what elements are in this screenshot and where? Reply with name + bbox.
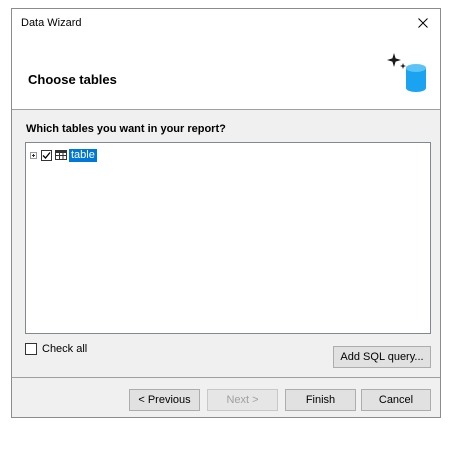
- tree-item-label[interactable]: table: [69, 148, 97, 162]
- check-all-control[interactable]: Check all: [25, 343, 87, 355]
- tree-item-table[interactable]: table: [30, 148, 97, 162]
- check-all-label[interactable]: Check all: [42, 343, 87, 355]
- page-title: Choose tables: [28, 72, 117, 87]
- add-sql-query-button[interactable]: Add SQL query...: [333, 346, 431, 368]
- tables-tree[interactable]: table: [25, 142, 431, 334]
- data-wizard-dialog: Data Wizard Choose tables Which tables y…: [11, 8, 441, 418]
- expand-plus-icon[interactable]: [30, 151, 37, 159]
- database-sparkle-icon: [387, 53, 426, 92]
- previous-button[interactable]: < Previous: [129, 389, 200, 411]
- footer-divider: [12, 377, 440, 378]
- finish-button[interactable]: Finish: [285, 389, 356, 411]
- table-grid-icon: [55, 150, 67, 160]
- next-button[interactable]: Next >: [207, 389, 278, 411]
- cancel-button[interactable]: Cancel: [361, 389, 431, 411]
- tables-question-label: Which tables you want in your report?: [26, 123, 226, 135]
- window-title: Data Wizard: [21, 17, 82, 29]
- wizard-header: Choose tables: [12, 37, 440, 110]
- checkmark-icon: [42, 151, 51, 159]
- table-checkbox[interactable]: [41, 149, 52, 161]
- close-button[interactable]: [406, 9, 440, 37]
- close-icon: [418, 18, 428, 28]
- check-all-checkbox[interactable]: [25, 343, 37, 355]
- title-bar: Data Wizard: [12, 9, 440, 37]
